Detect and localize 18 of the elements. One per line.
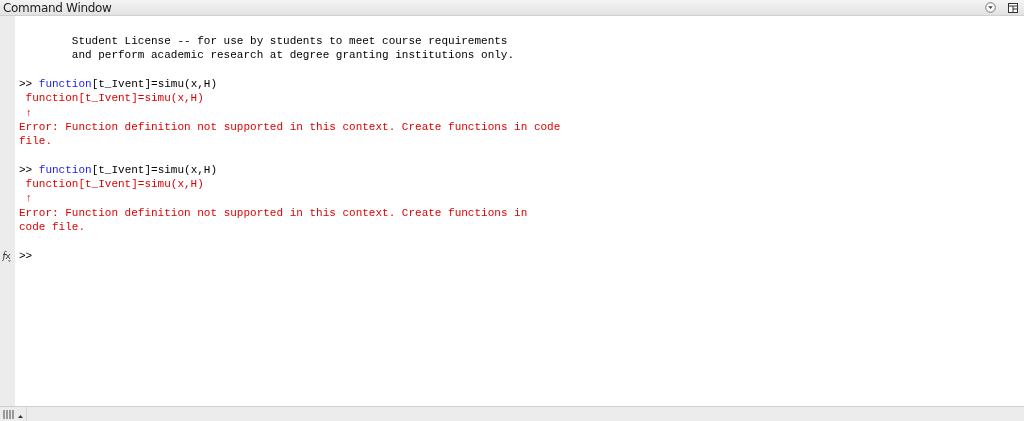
error-message: Error: Function definition not supported in this context. Create functions in code [19,120,561,133]
error-echo-line: function[t_Ivent]=simu(x,H) [24,92,204,105]
error-message: code file. [19,221,85,233]
window-title: Command Window [3,0,112,15]
error-caret: ↑ [24,192,33,205]
panel-bars-icon[interactable] [3,409,23,419]
function-icon[interactable] [2,249,13,262]
undock-icon[interactable] [1008,2,1018,13]
error-echo-line: function[t_Ivent]=simu(x,H) [24,178,204,191]
command-line: >> function[t_Ivent]=simu(x,H) [19,78,218,91]
license-text: Student License -- for use by students to meet course requirements [70,35,508,48]
actions-menu-icon[interactable] [985,2,996,13]
license-text: and perform academic research at degree granting institutions only. [70,49,515,62]
command-line: >> function[t_Ivent]=simu(x,H) [19,163,218,176]
command-prompt[interactable]: >> [19,249,33,262]
error-caret: ↑ [24,106,33,119]
error-message: file. [19,135,52,148]
error-message: Error: Function definition not supported in this context. Create functions in [19,206,528,219]
